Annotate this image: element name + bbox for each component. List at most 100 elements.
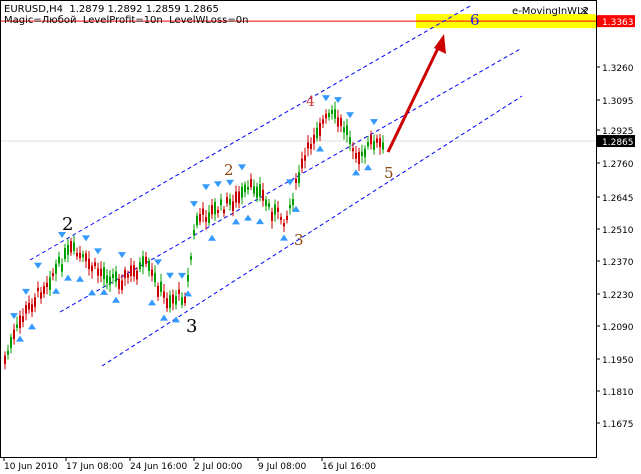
candle-body: [160, 281, 162, 292]
time-tick-label: 24 Jun 16:00: [130, 462, 187, 472]
candle-body: [283, 223, 285, 227]
candle-body: [223, 209, 225, 214]
candle-body: [289, 204, 291, 209]
candle-body: [172, 294, 174, 304]
candle-body: [103, 267, 105, 280]
price-chart[interactable]: 1.3363 2323456 1.32601.30951.29251.27601…: [0, 0, 641, 474]
wave-label: 2: [224, 161, 234, 179]
candle-body: [256, 186, 258, 198]
candle-body: [91, 265, 93, 272]
candle-body: [7, 350, 9, 355]
candle-body: [118, 278, 120, 289]
candle-body: [358, 151, 360, 165]
price-tick-label: 1.3095: [602, 97, 634, 107]
fractal-marker: [160, 314, 168, 321]
candle-body: [301, 158, 303, 169]
candle-body: [340, 118, 342, 126]
candle-body: [88, 258, 90, 270]
fractal-marker: [256, 218, 264, 225]
chart-window[interactable]: 1.3363 2323456 1.3260 1.3095 1.2925 1.2760 1…: [0, 0, 641, 474]
fractal-marker: [88, 289, 96, 296]
time-tick-label: 17 Jun 08:00: [66, 462, 123, 472]
candle-body: [235, 191, 237, 203]
fractal-marker: [208, 234, 216, 241]
price-tick-label: 1.2370: [602, 258, 634, 268]
fractal-marker: [214, 181, 222, 188]
current-price-label: 1.2865: [602, 138, 634, 148]
fractal-marker: [34, 262, 42, 269]
fractal-marker: [112, 296, 120, 303]
candle-body: [46, 282, 48, 288]
wave-label: 4: [306, 94, 315, 110]
candle-body: [157, 285, 159, 297]
candle-body: [370, 135, 372, 145]
fractal-marker: [100, 288, 108, 295]
expert-params: Magic=Любой LevelProfit=10n LevelWLoss=0…: [4, 15, 249, 26]
candle-body: [187, 274, 189, 282]
candle-body: [364, 148, 366, 158]
candle-body: [13, 329, 15, 340]
candle-body: [139, 262, 141, 270]
candle-body: [277, 207, 279, 212]
candle-body: [193, 229, 195, 236]
target-price-label: 1.3363: [602, 18, 634, 28]
candle-body: [376, 138, 378, 143]
candle-body: [169, 295, 171, 308]
candle-body: [100, 268, 102, 276]
candle-body: [136, 270, 138, 280]
candle-body: [238, 191, 240, 204]
fractal-marker: [154, 259, 162, 266]
candle-body: [319, 122, 321, 136]
candle-body: [202, 208, 204, 215]
candle-body: [34, 297, 36, 307]
price-tick-label: 1.2760: [602, 160, 634, 170]
candle-body: [325, 113, 327, 119]
candle-body: [58, 256, 60, 264]
candle-body: [127, 274, 129, 278]
fractal-marker: [178, 272, 186, 279]
candle-body: [52, 273, 54, 277]
fractal-marker: [172, 316, 180, 323]
candle-body: [154, 272, 156, 283]
candle-body: [265, 199, 267, 206]
fractal-marker: [364, 164, 372, 171]
candle-body: [49, 277, 51, 290]
fractal-marker: [76, 275, 84, 282]
candle-body: [73, 242, 75, 251]
fractal-marker: [118, 252, 126, 259]
candle-body: [106, 275, 108, 283]
candle-body: [25, 305, 27, 314]
candle-body: [142, 256, 144, 267]
candle-body: [232, 201, 234, 212]
time-tick-label: 9 Jul 08:00: [258, 462, 307, 472]
fractal-marker: [202, 184, 210, 191]
candle-body: [43, 286, 45, 294]
candle-body: [337, 117, 339, 127]
candle-body: [355, 152, 357, 159]
fractal-marker: [64, 274, 72, 281]
candle-body: [253, 186, 255, 194]
candle-body: [55, 263, 57, 274]
candle-body: [124, 269, 126, 279]
candle-body: [346, 125, 348, 136]
price-tick-label: 1.1675: [602, 420, 634, 430]
fractal-marker: [346, 112, 354, 119]
candle-body: [220, 199, 222, 205]
candle-body: [214, 201, 216, 215]
candle-body: [247, 186, 249, 190]
candle-body: [304, 155, 306, 161]
candle-body: [343, 127, 345, 133]
candle-body: [286, 215, 288, 221]
fractal-marker: [322, 95, 330, 102]
candle-body: [28, 302, 30, 310]
wave-label: 3: [186, 316, 197, 337]
candle-body: [178, 289, 180, 295]
candle-body: [268, 203, 270, 208]
candle-body: [292, 199, 294, 206]
candle-body: [79, 252, 81, 259]
price-tick-label: 1.2510: [602, 226, 634, 236]
close-icon[interactable]: ×: [578, 5, 590, 17]
channel-line: [101, 95, 523, 367]
wave-label: 5: [384, 164, 394, 182]
price-tick-label: 1.1810: [602, 388, 634, 398]
